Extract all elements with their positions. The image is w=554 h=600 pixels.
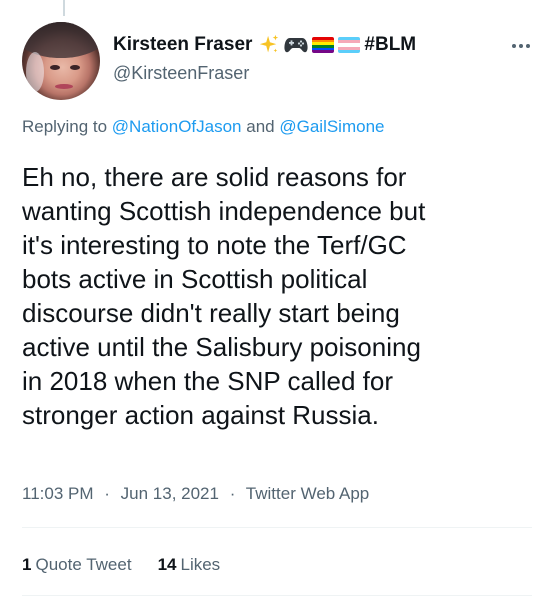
meta-separator: · <box>104 484 110 503</box>
quote-tweets-count: 1 <box>22 555 32 574</box>
tweet-metadata: 11:03 PM · Jun 13, 2021 · Twitter Web Ap… <box>22 484 369 504</box>
likes-label: Likes <box>180 555 221 574</box>
author-handle[interactable]: @KirsteenFraser <box>113 63 249 84</box>
thread-connector-line <box>63 0 65 16</box>
replying-to-prefix: Replying to <box>22 117 108 136</box>
tweet-text-line: wanting Scottish independence but <box>22 196 426 226</box>
tweet-text-line: discourse didn't really start being <box>22 298 400 328</box>
tweet-text: Eh no, there are solid reasons for wanti… <box>22 160 532 432</box>
divider <box>22 595 532 596</box>
tweet-text-line: it's interesting to note the Terf/GC <box>22 230 407 260</box>
quote-tweets-label: Quote Tweet <box>35 555 132 574</box>
quote-tweets-stat[interactable]: 1 Quote Tweet <box>22 555 132 575</box>
avatar-mouth <box>55 84 73 89</box>
divider <box>22 527 532 528</box>
replying-to-line: Replying to @NationOfJason and @GailSimo… <box>22 117 385 137</box>
tweet-source[interactable]: Twitter Web App <box>246 484 369 503</box>
meta-separator: · <box>229 484 236 503</box>
avatar-eye <box>70 65 80 70</box>
avatar[interactable] <box>22 22 100 100</box>
likes-stat[interactable]: 14 Likes <box>158 555 221 575</box>
replying-to-conjunction: and <box>246 117 275 136</box>
likes-count: 14 <box>157 555 177 574</box>
avatar-eye <box>50 65 60 70</box>
avatar-highlight <box>26 52 44 92</box>
more-dot-icon <box>526 44 530 48</box>
name-hashtag: #BLM <box>364 34 417 55</box>
author-name-row[interactable]: Kirsteen Fraser #BLM <box>113 33 416 57</box>
tweet-time[interactable]: 11:03 PM <box>22 484 94 503</box>
tweet-text-line: stronger action against Russia. <box>22 400 379 430</box>
rainbow-flag-icon <box>312 37 335 53</box>
name-emoji-group <box>258 34 361 56</box>
tweet-date[interactable]: Jun 13, 2021 <box>121 484 219 503</box>
video-game-icon <box>284 38 308 53</box>
replying-to-user-link[interactable]: @GailSimone <box>279 117 384 136</box>
replying-to-user-link[interactable]: @NationOfJason <box>112 117 242 136</box>
more-dot-icon <box>519 44 523 48</box>
sparkles-icon <box>260 34 279 53</box>
tweet-text-line: Eh no, there are solid reasons for <box>22 162 407 192</box>
tweet-stats: 1 Quote Tweet 14 Likes <box>22 555 220 575</box>
tweet-text-line: active until the Salisbury poisoning <box>22 332 421 362</box>
tweet-text-line: bots active in Scottish political <box>22 264 368 294</box>
more-options-button[interactable] <box>506 38 536 54</box>
author-display-name[interactable]: Kirsteen Fraser <box>113 34 252 56</box>
transgender-flag-icon <box>338 37 361 53</box>
more-dot-icon <box>512 44 516 48</box>
tweet-text-line: in 2018 when the SNP called for <box>22 366 393 396</box>
